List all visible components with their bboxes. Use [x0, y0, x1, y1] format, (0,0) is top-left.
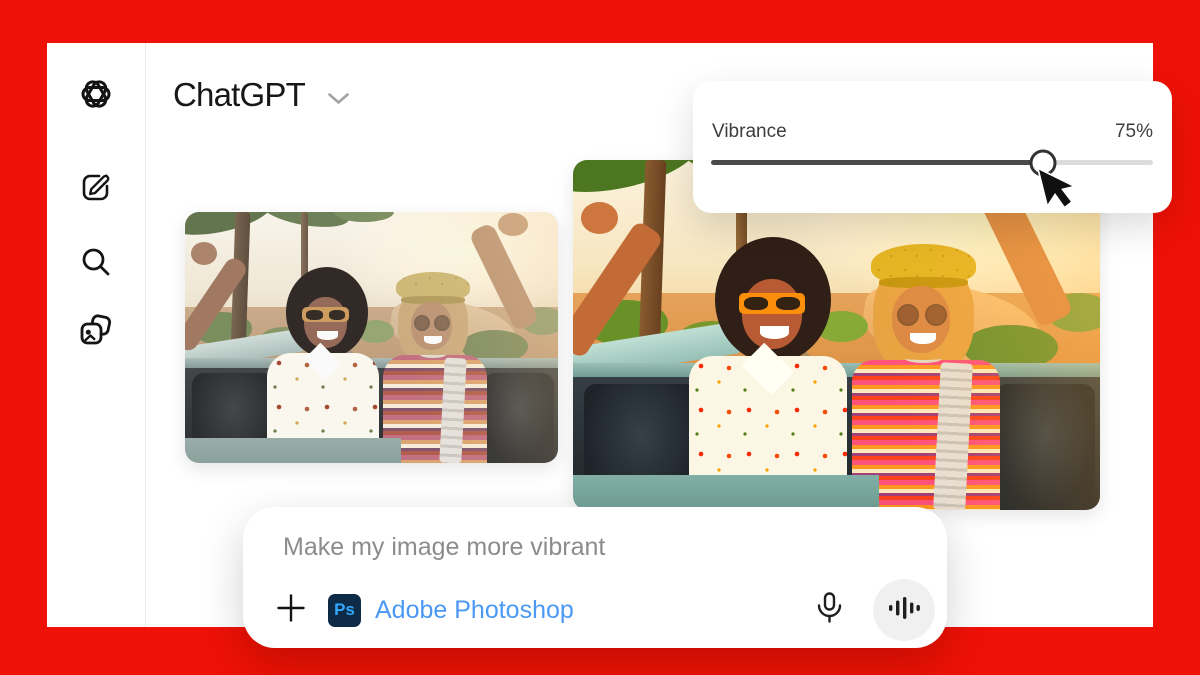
- library-icon: [78, 313, 114, 349]
- photo-scene: [185, 212, 558, 463]
- photoshop-badge[interactable]: Ps: [328, 594, 361, 627]
- scene-sunlight-overlay: [185, 212, 558, 463]
- vibrance-value: 75%: [1115, 121, 1153, 143]
- plus-icon: [276, 593, 306, 628]
- vibrance-slider-thumb[interactable]: [1029, 149, 1056, 176]
- dictate-button[interactable]: [811, 592, 847, 628]
- voice-waveform-icon: [888, 596, 920, 625]
- sidebar-divider: [145, 43, 146, 627]
- sidebar-item-library[interactable]: [78, 313, 114, 349]
- voice-mode-button[interactable]: [873, 579, 935, 641]
- composer-input[interactable]: Make my image more vibrant: [283, 533, 605, 562]
- sidebar-item-openai-logo[interactable]: [76, 74, 116, 114]
- vibrance-label: Vibrance: [712, 121, 787, 143]
- chat-composer: Make my image more vibrant Ps Adobe Phot…: [243, 507, 947, 648]
- new-chat-icon: [79, 170, 113, 204]
- sidebar-item-search[interactable]: [79, 245, 113, 279]
- microphone-icon: [814, 591, 845, 629]
- model-picker-title[interactable]: ChatGPT: [173, 76, 305, 114]
- vibrance-slider-fill: [711, 160, 1043, 165]
- photoshop-app-link[interactable]: Adobe Photoshop: [375, 596, 574, 625]
- vibrance-slider[interactable]: [711, 160, 1153, 165]
- chevron-down-icon[interactable]: [327, 92, 350, 110]
- stage: ChatGPT: [0, 0, 1200, 675]
- vibrance-panel: Vibrance 75%: [693, 81, 1172, 213]
- attach-plus-button[interactable]: [274, 593, 308, 627]
- search-icon: [79, 245, 113, 279]
- sidebar-item-new-chat[interactable]: [79, 170, 113, 204]
- openai-logo: [76, 74, 116, 114]
- photo-original: [185, 212, 558, 463]
